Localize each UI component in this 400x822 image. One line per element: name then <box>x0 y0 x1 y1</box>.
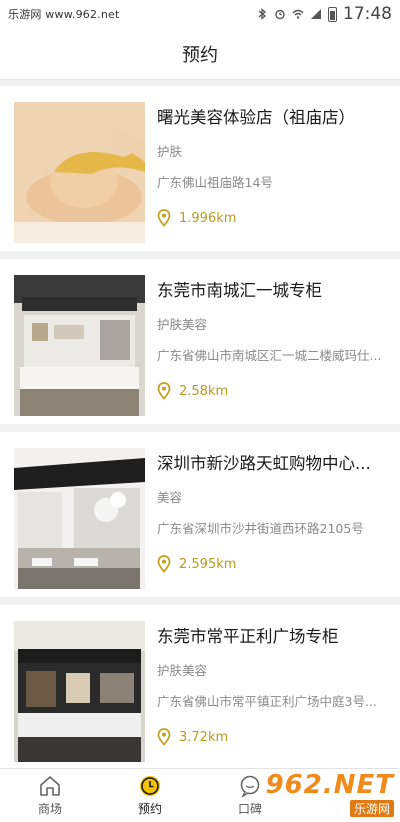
store-name: 曙光美容体验店（祖庙店） <box>157 108 355 127</box>
tab-label: 预约 <box>137 802 162 816</box>
store-card[interactable]: 深圳市新沙路天虹购物中心... 美容 广东省深圳市沙井街道西环路2105号 2.… <box>0 432 400 597</box>
store-category: 护肤美容 <box>157 317 208 332</box>
chat-icon <box>240 775 260 798</box>
store-category: 美容 <box>157 490 183 505</box>
store-card[interactable]: 东莞市南城汇一城专柜 护肤美容 广东省佛山市南城区汇一城二楼威玛仕... 2.5… <box>0 259 400 424</box>
header: 预约 <box>0 28 400 80</box>
tab-booking[interactable]: 预约 <box>100 769 200 822</box>
site-label: 乐游网 www.962.net <box>8 8 120 21</box>
location-pin-icon <box>157 382 171 400</box>
store-card[interactable]: 东莞市常平正利广场专柜 护肤美容 广东省佛山市常平镇正利广场中庭3号... 3.… <box>0 605 400 770</box>
store-address: 广东省佛山市常平镇正利广场中庭3号... <box>157 694 377 709</box>
distance-label: 2.58km <box>179 383 229 399</box>
home-icon <box>40 776 60 796</box>
page-title: 预约 <box>182 44 218 66</box>
signal-icon <box>311 9 321 19</box>
tab-label: 商场 <box>37 802 62 816</box>
store-category: 护肤 <box>157 144 183 159</box>
store-name: 东莞市南城汇一城专柜 <box>157 281 322 300</box>
clock-time: 17:48 <box>343 4 392 24</box>
alarm-icon <box>275 9 285 20</box>
store-category: 护肤美容 <box>157 663 208 678</box>
store-card[interactable]: 曙光美容体验店（祖庙店） 护肤 广东佛山祖庙路14号 1.996km <box>0 86 400 251</box>
store-name: 深圳市新沙路天虹购物中心... <box>157 454 371 473</box>
watermark-logo: 962.NET 乐游网 <box>266 768 394 818</box>
tab-label: 口碑 <box>237 802 262 816</box>
distance-label: 2.595km <box>179 556 237 572</box>
location-pin-icon <box>157 209 171 227</box>
status-bar: 乐游网 www.962.net 17:48 <box>0 0 400 28</box>
facial-massage-photo <box>14 102 145 243</box>
weimasde-counter-photo <box>14 621 145 762</box>
location-pin-icon <box>157 555 171 573</box>
status-icons: 17:48 <box>256 4 392 24</box>
wifi-icon <box>292 9 304 19</box>
store-address: 广东省深圳市沙井街道西环路2105号 <box>157 521 364 536</box>
tab-mall[interactable]: 商场 <box>0 769 100 822</box>
weimasde-store-photo <box>14 448 145 589</box>
store-name: 东莞市常平正利广场专柜 <box>157 627 339 646</box>
battery-icon <box>328 6 337 22</box>
watermark-sub: 乐游网 <box>349 799 394 817</box>
distance-label: 1.996km <box>179 210 237 226</box>
distance-label: 3.72km <box>179 729 229 745</box>
store-counter-photo <box>14 275 145 416</box>
bluetooth-icon <box>258 8 267 20</box>
clock-icon <box>140 776 160 796</box>
store-list: 曙光美容体验店（祖庙店） 护肤 广东佛山祖庙路14号 1.996km 东莞市南城… <box>0 80 400 770</box>
watermark-text: 962.NET <box>265 769 394 800</box>
store-distance: 2.595km <box>157 555 236 573</box>
location-pin-icon <box>157 728 171 746</box>
store-address: 广东佛山祖庙路14号 <box>157 175 273 190</box>
store-distance: 3.72km <box>157 728 228 746</box>
store-distance: 2.58km <box>157 382 228 400</box>
store-distance: 1.996km <box>157 209 236 227</box>
store-address: 广东省佛山市南城区汇一城二楼威玛仕... <box>157 348 382 363</box>
